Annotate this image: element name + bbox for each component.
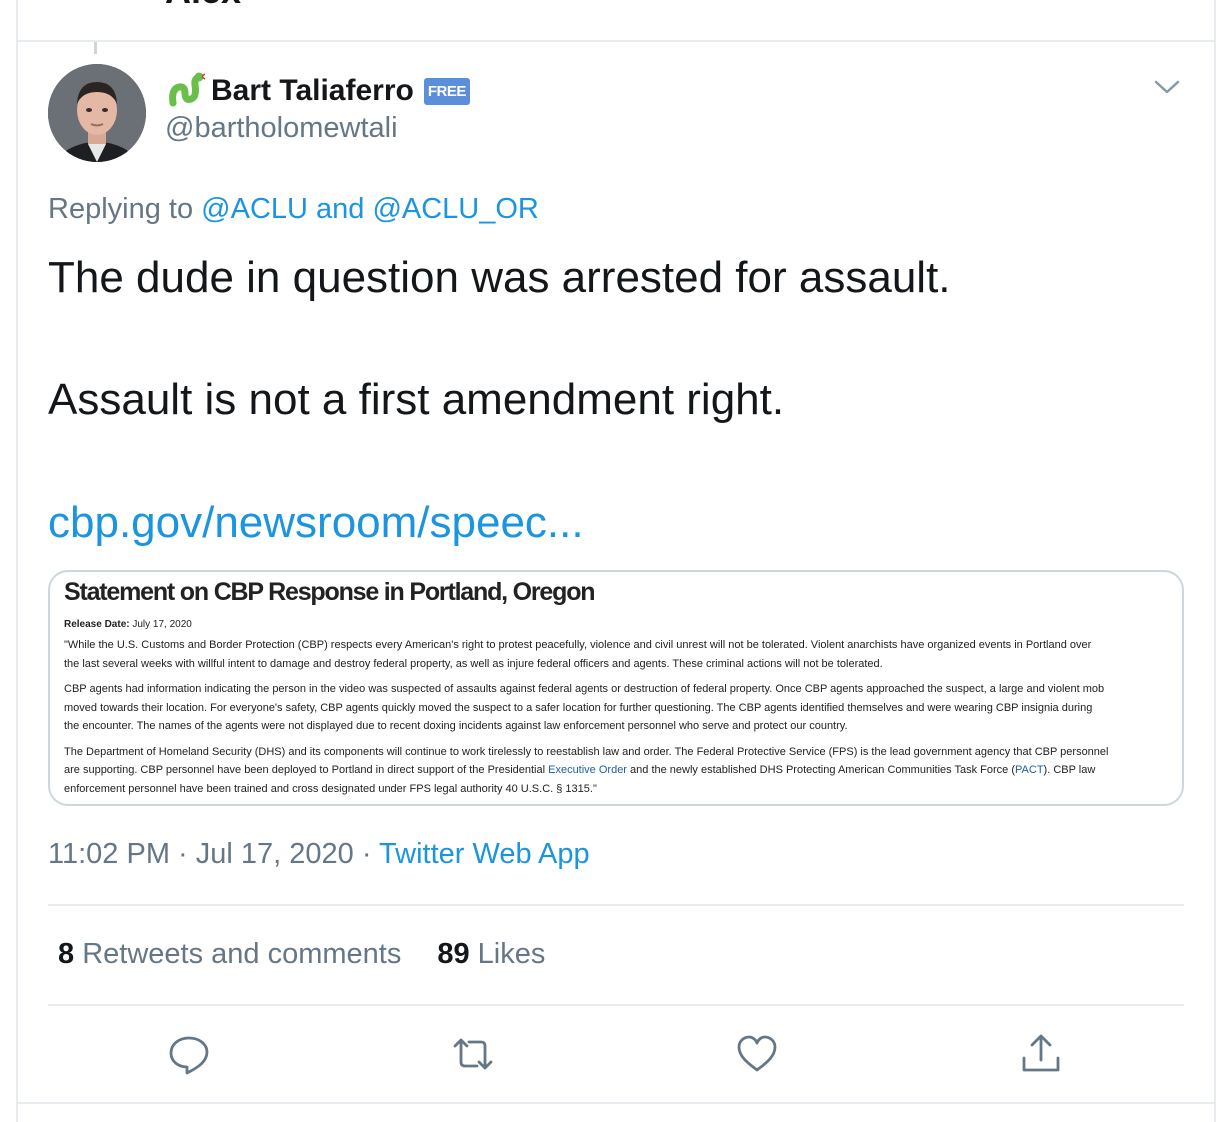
meta-separator: · (169, 838, 196, 870)
card-paragraph-2: CBP agents had information indicating th… (64, 683, 1105, 732)
mention-aclu[interactable]: @ACLU (201, 193, 308, 225)
card-link-executive-order: Executive Order (548, 764, 627, 776)
divider (16, 40, 1216, 42)
tweet-text-line1: The dude in question was arrested for as… (48, 253, 951, 302)
divider (16, 1102, 1216, 1104)
mention-aclu-or[interactable]: @ACLU_OR (372, 193, 538, 225)
tweet-text-line2: Assault is not a first amendment right. (48, 375, 785, 424)
card-link-pact: PACT (1015, 764, 1044, 776)
meta-separator: · (353, 838, 380, 870)
card-p3-text-b: and the newly established DHS Protecting… (626, 764, 1016, 776)
tweet-date[interactable]: Jul 17, 2020 (196, 838, 354, 870)
chevron-down-icon[interactable] (1153, 76, 1181, 98)
tweet-link[interactable]: cbp.gov/newsroom/speec... (48, 498, 584, 548)
share-button[interactable] (1019, 1032, 1063, 1076)
avatar[interactable] (48, 64, 146, 162)
card-paragraph-3: The Department of Homeland Security (DHS… (64, 743, 1168, 799)
author-handle[interactable]: @bartholomewtali (165, 112, 398, 145)
share-icon (1022, 1034, 1060, 1072)
reply-icon (169, 1036, 209, 1075)
tweet-meta: 11:02 PM · Jul 17, 2020 · Twitter Web Ap… (48, 838, 590, 871)
tweet-time[interactable]: 11:02 PM (48, 838, 170, 870)
retweets-count: 8 (58, 938, 75, 970)
mention-joiner[interactable]: and (308, 193, 373, 225)
tweet-source[interactable]: Twitter Web App (379, 838, 590, 870)
heart-icon (737, 1035, 777, 1072)
retweet-icon (453, 1038, 493, 1070)
card-release-date: Release Date: July 17, 2020 (64, 619, 1168, 630)
reply-button[interactable] (167, 1032, 211, 1076)
card-title: Statement on CBP Response in Portland, O… (64, 578, 596, 606)
likes-stat[interactable]: 89 Likes (437, 938, 545, 970)
author-display-name[interactable]: Bart Taliaferro (211, 74, 414, 108)
reply-context: Replying to @ACLU and @ACLU_OR (48, 193, 539, 226)
divider (48, 904, 1184, 906)
retweets-stat[interactable]: 8 Retweets and comments (58, 938, 401, 970)
reply-prefix: Replying to (48, 193, 202, 225)
tweet-stats: 8 Retweets and comments 89 Likes (58, 938, 545, 971)
card-paragraph-1: "While the U.S. Customs and Border Prote… (64, 639, 1092, 670)
card-release-label: Release Date: (64, 619, 130, 630)
like-button[interactable] (735, 1032, 779, 1076)
free-badge: FREE (423, 77, 470, 105)
retweet-button[interactable] (451, 1032, 495, 1076)
thread-connector (94, 42, 97, 54)
snake-emoji-icon (169, 72, 205, 107)
divider (48, 1004, 1184, 1006)
retweets-label: Retweets and comments (74, 938, 402, 970)
likes-label: Likes (469, 938, 546, 970)
likes-count: 89 (437, 938, 470, 970)
card-release-value: July 17, 2020 (129, 619, 192, 630)
previous-tweet-text: Alex (165, 0, 241, 12)
link-preview-card[interactable]: Statement on CBP Response in Portland, O… (48, 570, 1184, 806)
author-name-row[interactable]: Bart Taliaferro FREE (165, 70, 470, 112)
